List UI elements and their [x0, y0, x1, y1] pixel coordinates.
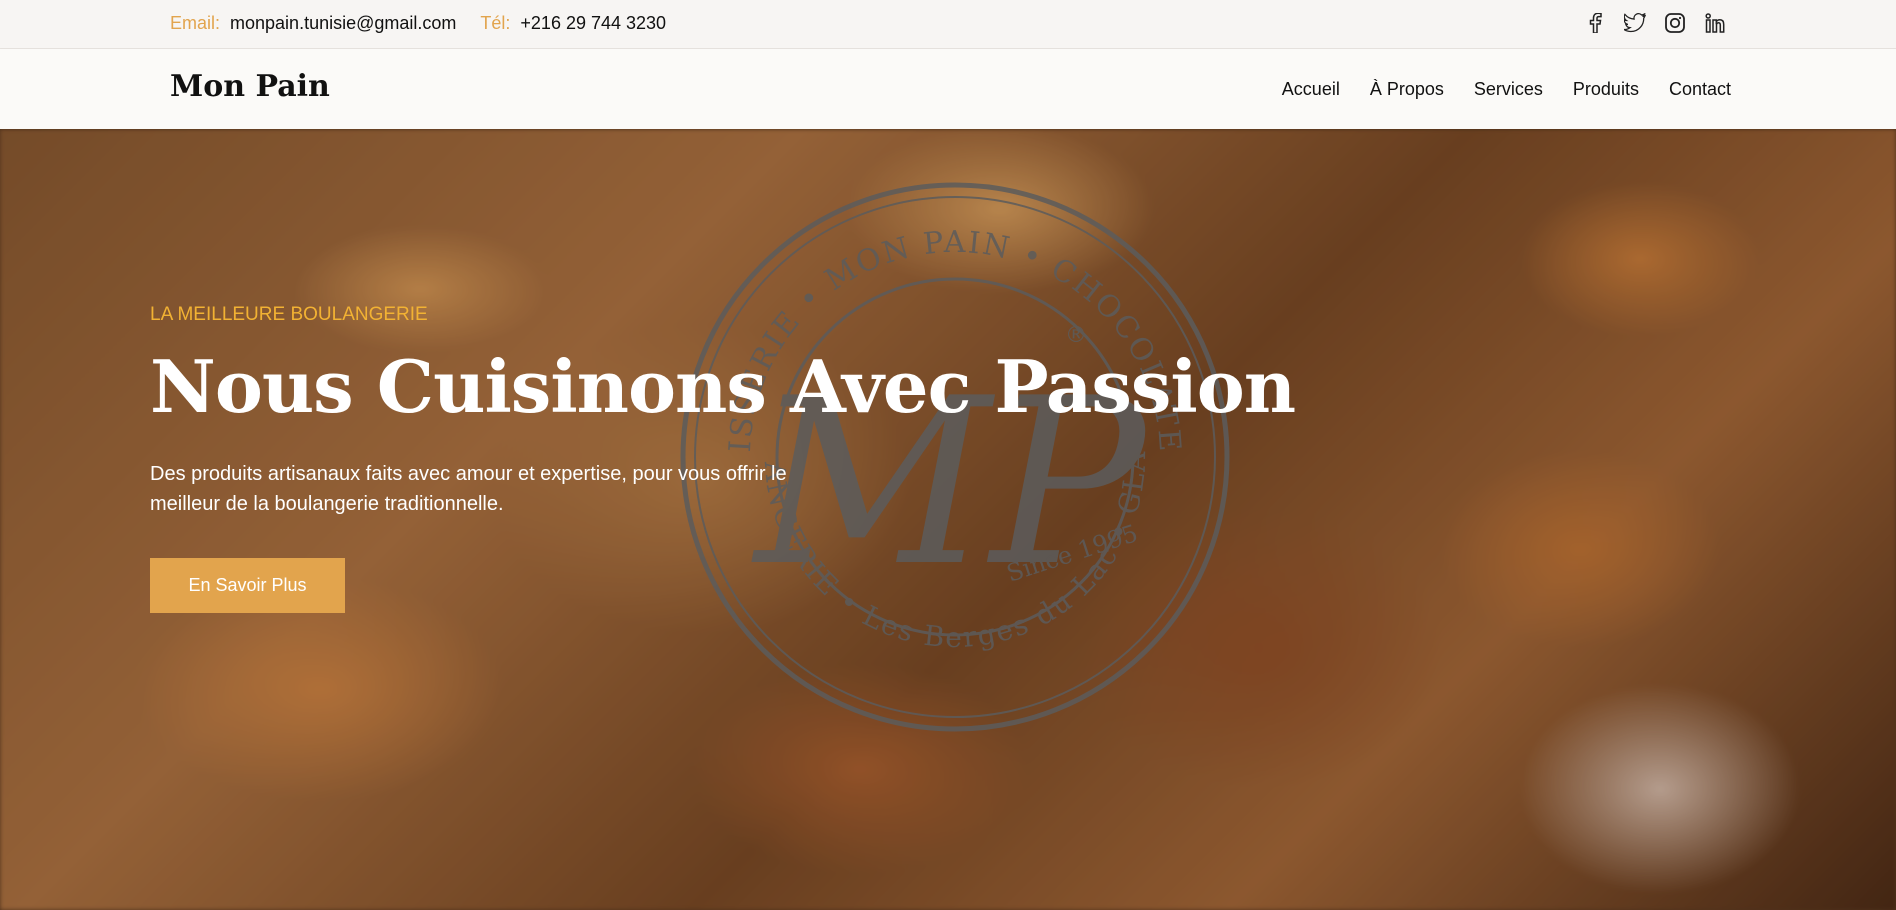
email-value[interactable]: monpain.tunisie@gmail.com: [230, 13, 456, 34]
email-label: Email:: [170, 12, 221, 33]
hero-eyebrow: LA MEILLEURE BOULANGERIE: [150, 304, 428, 325]
phone-label: Tél:: [480, 12, 511, 33]
nav-item-a-propos[interactable]: À Propos: [1370, 79, 1444, 100]
nav-item-services[interactable]: Services: [1474, 79, 1543, 100]
hero-section: PATISSERIE • MON PAIN • CHOCOLATERIE BOU…: [0, 129, 1896, 910]
hero-description: Des produits artisanaux faits avec amour…: [150, 463, 787, 515]
linkedin-icon[interactable]: [1704, 12, 1726, 34]
twitter-icon[interactable]: [1624, 12, 1646, 34]
facebook-icon[interactable]: [1584, 12, 1606, 34]
social-links: [1584, 0, 1726, 46]
main-navbar: Mon Pain Accueil À Propos Services Produ…: [0, 49, 1896, 129]
nav-menu: Accueil À Propos Services Produits Conta…: [1282, 49, 1731, 129]
hero-title: Nous Cuisinons Avec Passion: [150, 344, 1296, 429]
nav-item-produits[interactable]: Produits: [1573, 79, 1639, 100]
contact-info: Email: monpain.tunisie@gmail.com Tél: +2…: [170, 0, 690, 46]
brand-logo[interactable]: Mon Pain: [170, 69, 330, 104]
nav-item-accueil[interactable]: Accueil: [1282, 79, 1340, 100]
nav-item-contact[interactable]: Contact: [1669, 79, 1731, 100]
learn-more-button[interactable]: En Savoir Plus: [150, 558, 345, 613]
phone-value[interactable]: +216 29 744 3230: [520, 13, 666, 34]
brand-stamp-logo: PATISSERIE • MON PAIN • CHOCOLATERIE BOU…: [680, 182, 1230, 732]
instagram-icon[interactable]: [1664, 12, 1686, 34]
top-info-bar: Email: monpain.tunisie@gmail.com Tél: +2…: [0, 0, 1896, 49]
